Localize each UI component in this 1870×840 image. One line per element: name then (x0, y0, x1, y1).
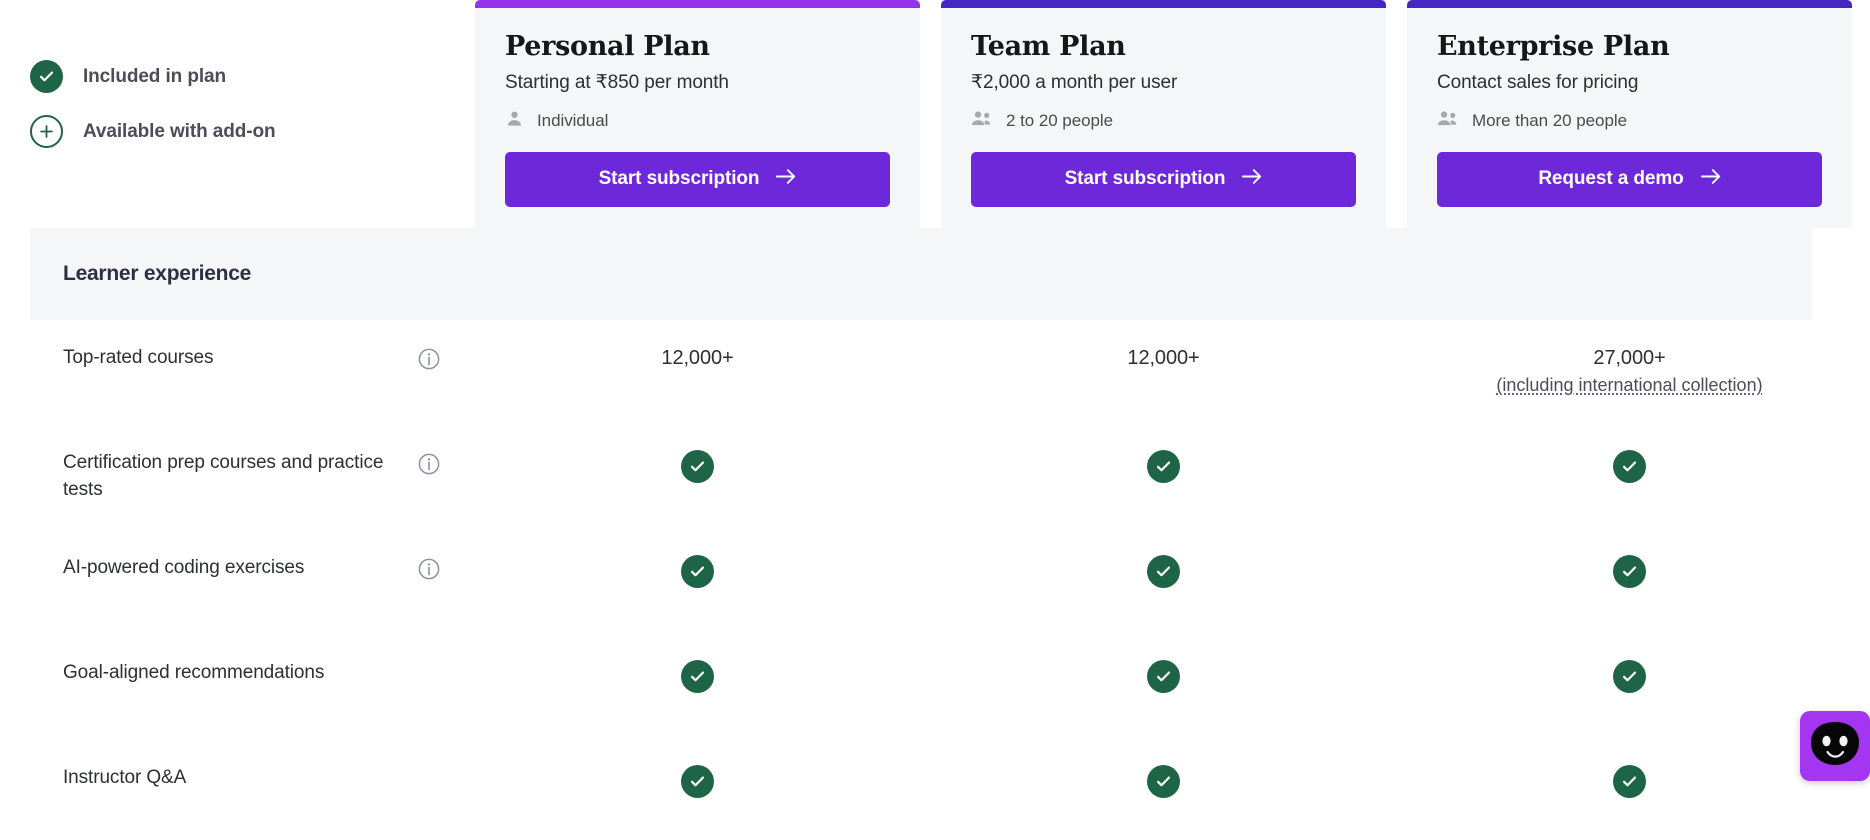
section-title: Learner experience (63, 262, 252, 285)
plan-card-personal: Personal Plan Starting at ₹850 per month… (475, 0, 920, 228)
table-row: Top-rated courses 12,000+ 12,000+ 27,000… (0, 320, 1870, 425)
chat-bot-smiley-icon (1809, 721, 1861, 772)
check-circle-filled-icon (681, 660, 714, 693)
plan-title: Personal Plan (505, 31, 710, 62)
feature-value-cell-team (941, 530, 1386, 588)
feature-value: 12,000+ (661, 347, 734, 369)
pricing-comparison-page: Included in plan Available with add-on P… (0, 0, 1870, 840)
arrow-right-icon (1700, 168, 1721, 191)
feature-value-cell-personal (475, 425, 920, 483)
feature-name-cell: Top-rated courses (0, 320, 475, 372)
table-row: Certification prep courses and practice … (0, 425, 1870, 530)
info-icon[interactable] (418, 453, 440, 475)
feature-value: 12,000+ (1127, 347, 1200, 369)
section-header-learner-experience: Learner experience (30, 228, 1812, 320)
plan-accent-bar (1407, 0, 1852, 8)
plan-audience-label: More than 20 people (1472, 110, 1627, 130)
check-circle-filled-icon (1613, 765, 1646, 798)
person-icon (505, 109, 524, 133)
people-icon (1437, 109, 1459, 133)
legend-item-included: Included in plan (30, 60, 475, 93)
plan-price: ₹2,000 a month per user (971, 72, 1178, 94)
check-circle-filled-icon (1613, 660, 1646, 693)
legend-item-addon: Available with add-on (30, 115, 475, 148)
feature-name-cell: Instructor Q&A (0, 740, 475, 792)
start-subscription-button-team[interactable]: Start subscription (971, 151, 1356, 207)
feature-name-cell: Certification prep courses and practice … (0, 425, 475, 504)
plan-accent-bar (941, 0, 1386, 8)
feature-value-cell-personal (475, 635, 920, 693)
check-circle-filled-icon (1613, 555, 1646, 588)
feature-label: AI-powered coding exercises (63, 557, 305, 578)
check-circle-filled-icon (1147, 660, 1180, 693)
feature-label: Goal-aligned recommendations (63, 662, 325, 683)
feature-value-cell-personal: 12,000+ (475, 320, 920, 372)
feature-value-cell-enterprise (1407, 530, 1852, 588)
feature-comparison-table: Top-rated courses 12,000+ 12,000+ 27,000… (0, 320, 1870, 840)
plan-price: Contact sales for pricing (1437, 72, 1639, 94)
feature-label: Top-rated courses (63, 347, 214, 368)
plan-audience: 2 to 20 people (971, 109, 1356, 133)
legend-column: Included in plan Available with add-on (0, 0, 475, 170)
table-row: Goal-aligned recommendations (0, 635, 1870, 740)
check-circle-filled-icon (681, 450, 714, 483)
feature-value-cell-enterprise (1407, 740, 1852, 798)
plan-audience-label: Individual (537, 110, 609, 130)
feature-value: 27,000+ (1593, 347, 1666, 369)
chat-bot-launcher-button[interactable] (1800, 711, 1870, 781)
feature-value-cell-personal (475, 740, 920, 798)
table-row: AI-powered coding exercises (0, 530, 1870, 635)
plan-price: Starting at ₹850 per month (505, 72, 729, 94)
check-circle-filled-icon (1613, 450, 1646, 483)
feature-value-cell-enterprise: 27,000+ (including international collect… (1407, 320, 1852, 398)
feature-value-cell-team (941, 425, 1386, 483)
feature-value-cell-team (941, 635, 1386, 693)
arrow-right-icon (776, 168, 796, 191)
people-icon (971, 109, 993, 133)
table-row: Instructor Q&A (0, 740, 1870, 840)
plus-circle-outline-icon (30, 115, 63, 148)
check-circle-filled-icon (1147, 450, 1180, 483)
check-circle-filled-icon (1147, 765, 1180, 798)
plan-card-enterprise: Enterprise Plan Contact sales for pricin… (1407, 0, 1852, 228)
arrow-right-icon (1242, 168, 1262, 191)
plan-cta-label: Start subscription (598, 168, 760, 190)
check-circle-filled-icon (1147, 555, 1180, 588)
feature-value-cell-team (941, 740, 1386, 798)
feature-value-note[interactable]: (including international collection) (1496, 372, 1762, 398)
request-a-demo-button[interactable]: Request a demo (1437, 151, 1822, 207)
feature-value-cell-team: 12,000+ (941, 320, 1386, 372)
plan-cta-label: Request a demo (1538, 168, 1684, 190)
feature-value-cell-enterprise (1407, 425, 1852, 483)
feature-value-cell-personal (475, 530, 920, 588)
feature-name-cell: AI-powered coding exercises (0, 530, 475, 582)
plan-cards-strip: Included in plan Available with add-on P… (0, 0, 1870, 228)
plan-card-team: Team Plan ₹2,000 a month per user 2 to 2… (941, 0, 1386, 228)
feature-value-cell-enterprise (1407, 635, 1852, 693)
plan-audience: More than 20 people (1437, 109, 1822, 133)
feature-label: Instructor Q&A (63, 767, 187, 788)
start-subscription-button-personal[interactable]: Start subscription (505, 151, 890, 207)
plan-audience: Individual (505, 109, 890, 133)
plan-title: Enterprise Plan (1437, 31, 1670, 62)
plan-accent-bar (475, 0, 920, 8)
plan-audience-label: 2 to 20 people (1006, 110, 1114, 130)
plan-title: Team Plan (971, 31, 1126, 62)
plan-cta-label: Start subscription (1064, 168, 1226, 190)
feature-name-cell: Goal-aligned recommendations (0, 635, 475, 687)
check-circle-filled-icon (681, 765, 714, 798)
info-icon[interactable] (418, 558, 440, 580)
legend-item-addon-label: Available with add-on (83, 120, 276, 142)
info-icon[interactable] (418, 348, 440, 370)
check-circle-filled-icon (30, 60, 63, 93)
feature-label: Certification prep courses and practice … (63, 452, 384, 500)
legend-item-included-label: Included in plan (83, 65, 227, 87)
check-circle-filled-icon (681, 555, 714, 588)
